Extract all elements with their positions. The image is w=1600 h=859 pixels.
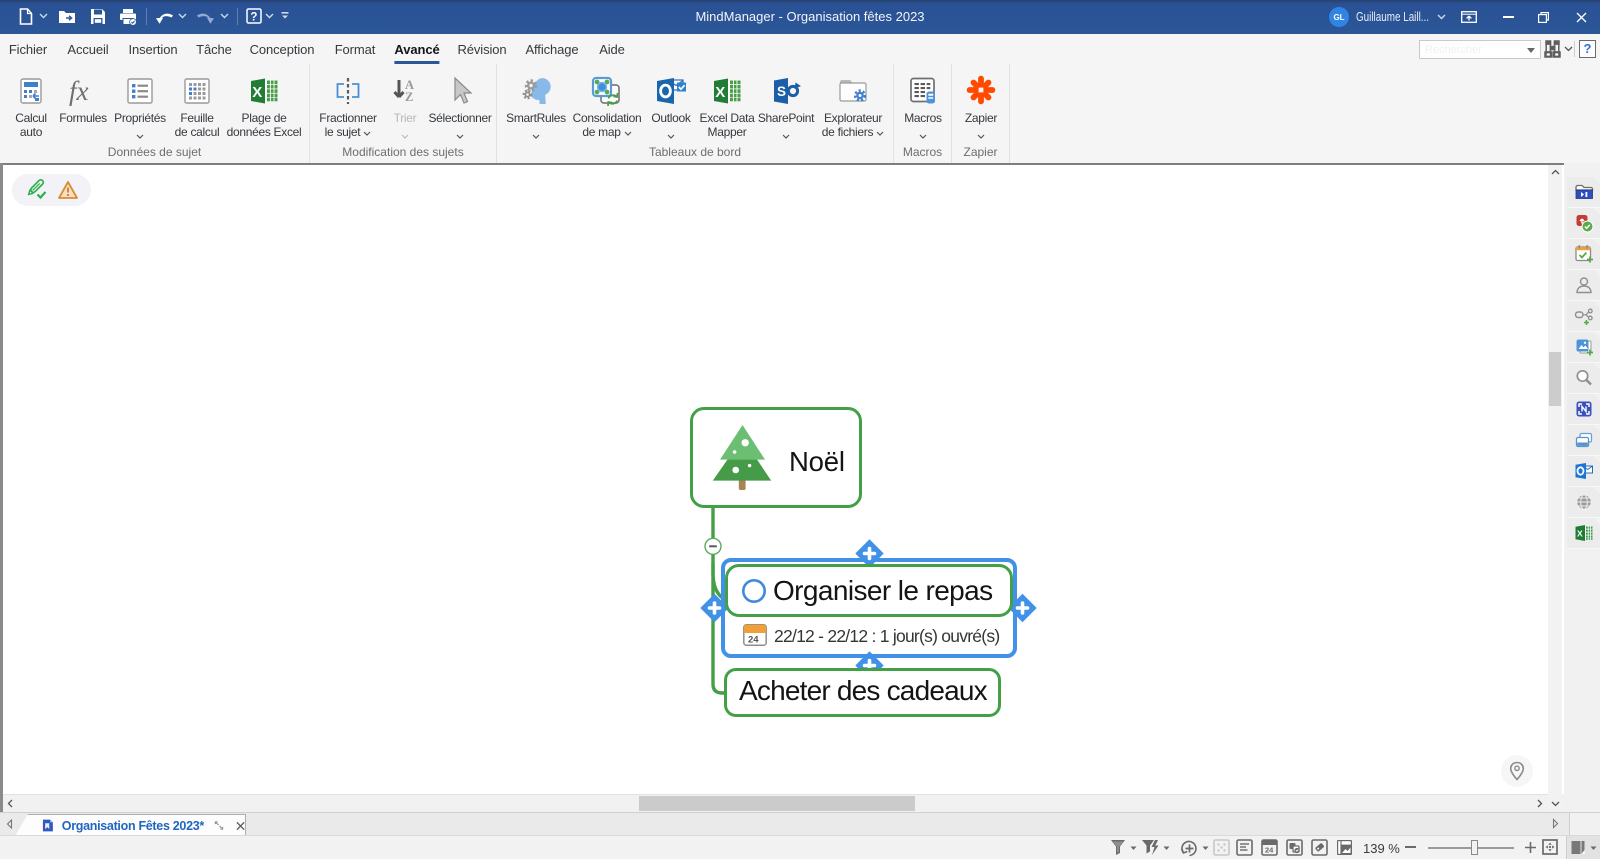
svg-text:S: S — [777, 84, 786, 99]
svg-text:X: X — [252, 84, 262, 101]
svg-text:fx: fx — [69, 76, 89, 106]
svg-text:X: X — [715, 84, 725, 101]
svg-text:24: 24 — [748, 635, 759, 646]
svg-text:Z: Z — [405, 90, 413, 104]
svg-text:24: 24 — [1265, 846, 1274, 855]
svg-text:X: X — [1577, 529, 1583, 539]
